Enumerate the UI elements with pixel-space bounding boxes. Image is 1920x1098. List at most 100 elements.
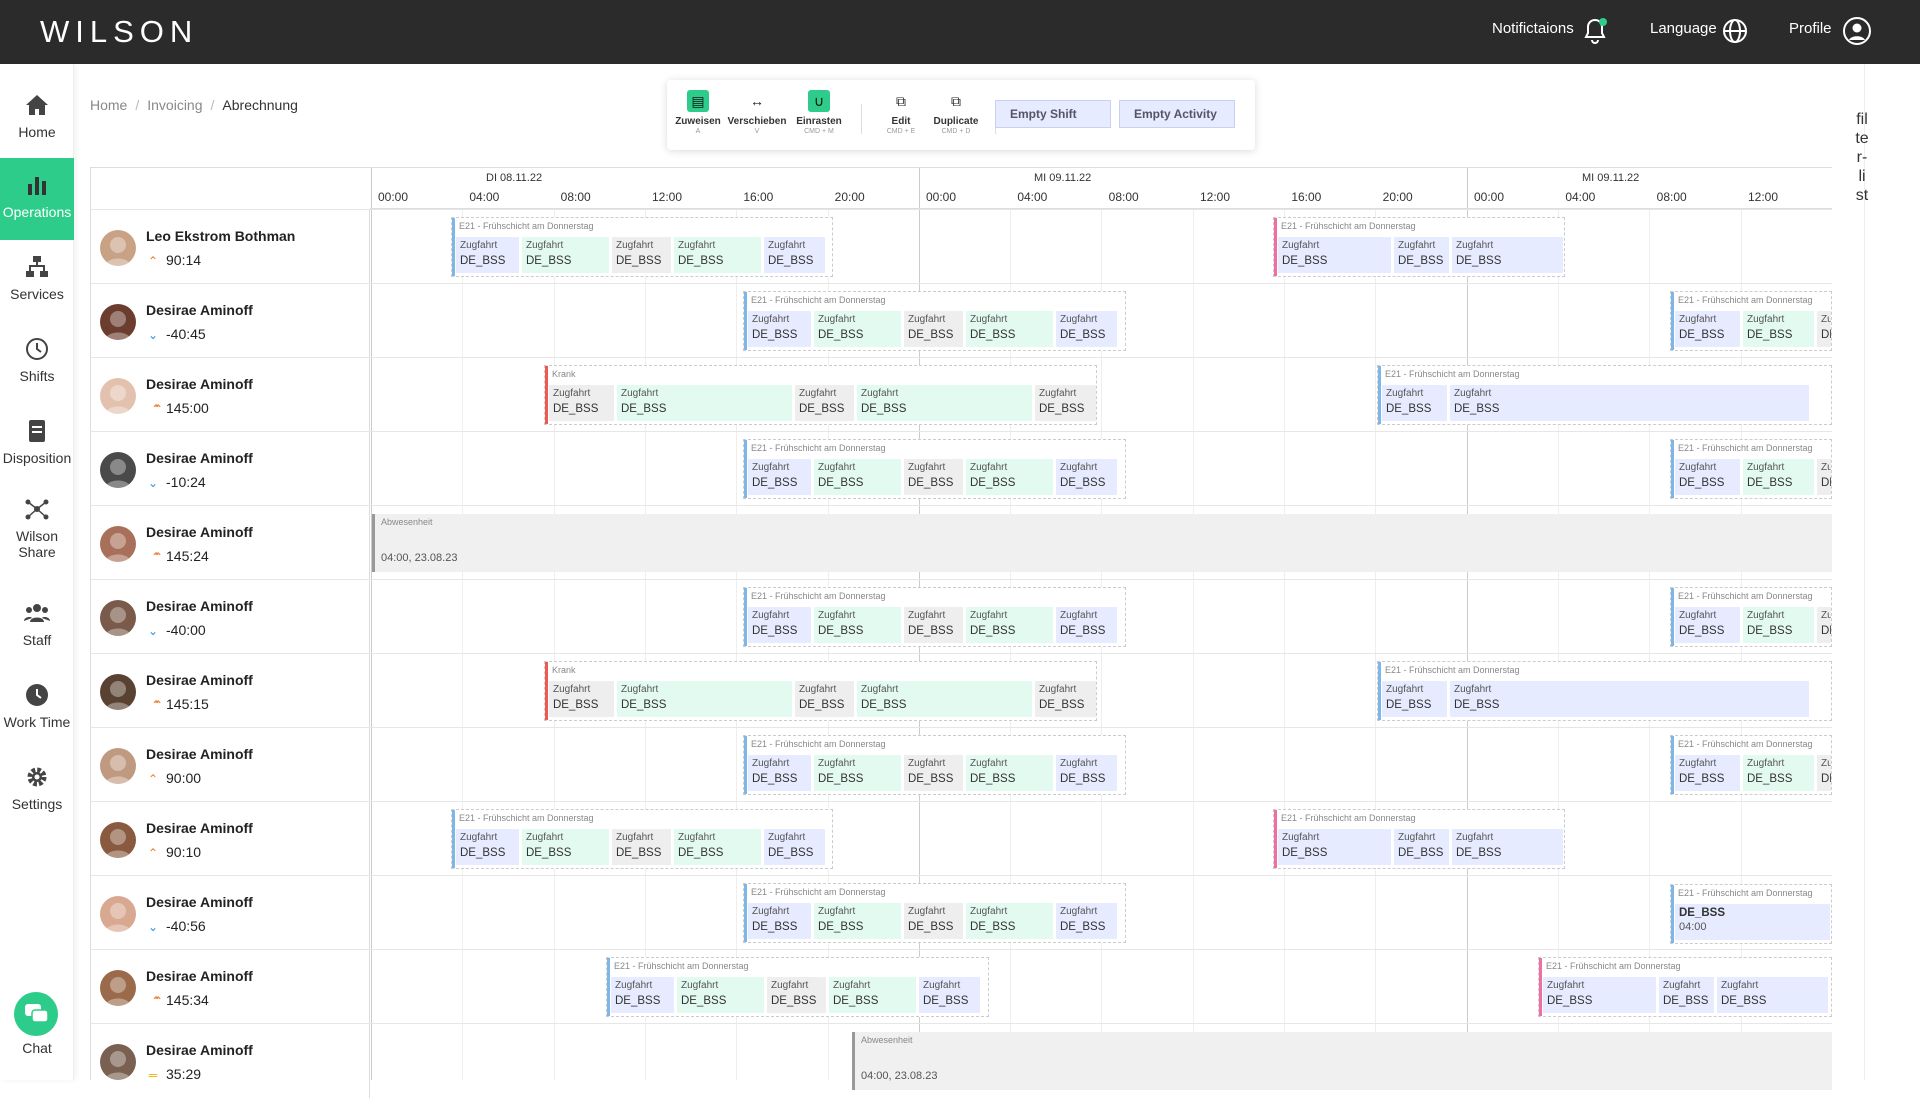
shift-block[interactable]: E21 - Frühschicht am Donnerstag Zugfahrt D… <box>1273 217 1565 277</box>
shift-segment[interactable]: Zugfahrt DE_BSS <box>674 829 762 865</box>
shift-segment[interactable]: Zugfahrt DE_BSS <box>1817 607 1831 643</box>
shift-segment[interactable]: Zugfahrt DE_BSS <box>1056 459 1118 495</box>
empty-activity-button[interactable]: Empty Activity <box>1119 100 1235 128</box>
employee-row[interactable]: Desirae Aminoff ⌄ -40:00 E21 - Frühschicht … <box>90 579 1832 654</box>
shift-segment[interactable]: Zugfahrt DE_BSS <box>795 385 855 421</box>
shift-segment[interactable]: Zugfahrt DE_BSS <box>1675 311 1741 347</box>
nav-operations[interactable]: Operations <box>0 158 74 240</box>
shift-segment[interactable]: Zugfahrt DE_BSS <box>612 237 672 273</box>
chat-button[interactable] <box>14 992 58 1036</box>
avatar[interactable] <box>100 970 136 1006</box>
shift-segment[interactable]: Zugfahrt DE_BSS <box>904 311 964 347</box>
profile-label[interactable]: Profile <box>1789 20 1832 37</box>
avatar[interactable] <box>100 452 136 488</box>
employee-name[interactable]: Desirae Aminoff <box>146 450 253 466</box>
language-label[interactable]: Language <box>1650 20 1717 37</box>
shift-block[interactable]: E21 - Frühschicht am Donnerstag Zugfahrt D… <box>743 735 1126 795</box>
shift-segment[interactable]: Zugfahrt DE_BSS <box>764 237 826 273</box>
avatar[interactable] <box>100 748 136 784</box>
employee-row[interactable]: Desirae Aminoff ⌄ -40:56 E21 - Frühschicht … <box>90 875 1832 950</box>
avatar[interactable] <box>100 674 136 710</box>
avatar[interactable] <box>100 896 136 932</box>
shift-segment[interactable]: Zugfahrt DE_BSS <box>748 607 812 643</box>
shift-segment[interactable]: Zugfahrt DE_BSS <box>522 829 610 865</box>
employee-row[interactable]: Desirae Aminoff ⌃⌃ 145:00 Krank Zugfahrt DE_B… <box>90 357 1832 432</box>
shift-segment[interactable]: Zugfahrt DE_BSS <box>904 903 964 939</box>
shift-segment[interactable]: Zugfahrt DE_BSS <box>1056 607 1118 643</box>
avatar[interactable] <box>100 304 136 340</box>
shift-block[interactable]: E21 - Frühschicht am Donnerstag Zugfahrt D… <box>1670 587 1832 647</box>
shift-segment[interactable]: Zugfahrt DE_BSS <box>677 977 765 1013</box>
employee-name[interactable]: Leo Ekstrom Bothman <box>146 228 295 244</box>
shift-segment[interactable]: Zugfahrt DE_BSS <box>1278 237 1392 273</box>
shift-block[interactable]: E21 - Frühschicht am Donnerstag Zugfahrt D… <box>1273 809 1565 869</box>
shift-segment[interactable]: Zugfahrt DE_BSS <box>1743 607 1815 643</box>
nav-staff[interactable]: Staff <box>0 586 74 668</box>
employee-row[interactable]: Desirae Aminoff ⌄ -40:45 E21 - Frühschicht … <box>90 283 1832 358</box>
shift-block[interactable]: E21 - Frühschicht am Donnerstag Zugfahrt D… <box>1670 735 1832 795</box>
shift-segment[interactable]: Zugfahrt DE_BSS <box>1278 829 1392 865</box>
einrasten-button[interactable]: ∪ Einrasten CMD + M <box>784 90 854 135</box>
shift-block[interactable]: E21 - Frühschicht am Donnerstag Zugfahrt D… <box>1670 291 1832 351</box>
shift-segment[interactable]: Zugfahrt DE_BSS <box>1382 385 1448 421</box>
employee-name[interactable]: Desirae Aminoff <box>146 302 253 318</box>
shift-segment[interactable]: Zugfahrt DE_BSS <box>617 681 793 717</box>
shift-segment[interactable]: Zugfahrt DE_BSS <box>857 681 1033 717</box>
employee-row[interactable]: Desirae Aminoff ═ 35:29 Abwesenheit 04:00, 2… <box>90 1023 1832 1098</box>
shift-segment[interactable]: Zugfahrt DE_BSS <box>1056 311 1118 347</box>
employee-name[interactable]: Desirae Aminoff <box>146 598 253 614</box>
shift-block[interactable]: Krank Zugfahrt DE_BSS Zugfahrt DE_BSS Zugfahr… <box>544 365 1097 425</box>
shift-segment[interactable]: Zugfahrt DE_BSS <box>795 681 855 717</box>
breadcrumb-home[interactable]: Home <box>90 97 127 113</box>
nav-settings[interactable]: Settings <box>0 750 74 832</box>
shift-segment[interactable]: Zugfahrt DE_BSS <box>966 459 1054 495</box>
shift-segment[interactable]: Zugfahrt DE_BSS <box>1717 977 1829 1013</box>
employee-name[interactable]: Desirae Aminoff <box>146 746 253 762</box>
shift-segment[interactable]: Zugfahrt DE_BSS <box>1817 459 1831 495</box>
shift-segment[interactable]: Zugfahrt DE_BSS <box>1450 681 1810 717</box>
shift-segment[interactable]: Zugfahrt DE_BSS <box>1382 681 1448 717</box>
employee-row[interactable]: Desirae Aminoff ⌃⌃ 145:15 Krank Zugfahrt DE_B… <box>90 653 1832 728</box>
employee-row[interactable]: Desirae Aminoff ⌃⌃ 145:24 Abwesenheit 04:00,… <box>90 505 1832 580</box>
shift-segment[interactable]: Zugfahrt DE_BSS <box>814 607 902 643</box>
employee-row[interactable]: Desirae Aminoff ⌄ -10:24 E21 - Frühschicht … <box>90 431 1832 506</box>
shift-segment[interactable]: Zugfahrt DE_BSS <box>767 977 827 1013</box>
shift-segment[interactable]: Zugfahrt DE_BSS <box>748 903 812 939</box>
shift-segment[interactable]: Zugfahrt DE_BSS <box>814 755 902 791</box>
shift-block[interactable]: E21 - Frühschicht am Donnerstag DE_BSS 04:… <box>1670 884 1832 944</box>
shift-segment[interactable]: Zugfahrt DE_BSS <box>904 755 964 791</box>
shift-segment[interactable]: Zugfahrt DE_BSS <box>966 607 1054 643</box>
shift-segment[interactable]: Zugfahrt DE_BSS <box>1675 607 1741 643</box>
shift-segment[interactable]: DE_BSS 04:00 <box>1675 904 1831 940</box>
shift-segment[interactable]: Zugfahrt DE_BSS <box>904 459 964 495</box>
shift-block[interactable]: E21 - Frühschicht am Donnerstag Zugfahrt D… <box>451 809 833 869</box>
user-circle-icon[interactable] <box>1842 16 1872 46</box>
filter-list-label[interactable]: fil te r- li st <box>1853 110 1871 205</box>
shift-segment[interactable]: Zugfahrt DE_BSS <box>919 977 981 1013</box>
shift-segment[interactable]: Zugfahrt DE_BSS <box>617 385 793 421</box>
shift-segment[interactable]: Zugfahrt DE_BSS <box>1659 977 1715 1013</box>
shift-segment[interactable]: Zugfahrt DE_BSS <box>814 459 902 495</box>
absence-block[interactable]: Abwesenheit 04:00, 23.08.23 <box>372 514 1832 572</box>
shift-block[interactable]: E21 - Frühschicht am Donnerstag Zugfahrt D… <box>743 883 1126 943</box>
bell-icon[interactable] <box>1580 16 1610 46</box>
shift-block[interactable]: E21 - Frühschicht am Donnerstag Zugfahrt D… <box>743 439 1126 499</box>
avatar[interactable] <box>100 1044 136 1080</box>
shift-segment[interactable]: Zugfahrt DE_BSS <box>904 607 964 643</box>
employee-name[interactable]: Desirae Aminoff <box>146 968 253 984</box>
shift-block[interactable]: E21 - Frühschicht am Donnerstag Zugfahrt D… <box>1377 365 1832 425</box>
notifications-label[interactable]: Notifictaions <box>1492 20 1574 37</box>
avatar[interactable] <box>100 378 136 414</box>
employee-name[interactable]: Desirae Aminoff <box>146 376 253 392</box>
employee-name[interactable]: Desirae Aminoff <box>146 894 253 910</box>
shift-block[interactable]: E21 - Frühschicht am Donnerstag Zugfahrt D… <box>1377 661 1832 721</box>
shift-segment[interactable]: Zugfahrt DE_BSS <box>857 385 1033 421</box>
avatar[interactable] <box>100 600 136 636</box>
shift-segment[interactable]: Zugfahrt DE_BSS <box>1452 829 1564 865</box>
breadcrumb-invoicing[interactable]: Invoicing <box>147 97 202 113</box>
shift-segment[interactable]: Zugfahrt DE_BSS <box>1817 755 1831 791</box>
shift-segment[interactable]: Zugfahrt DE_BSS <box>1743 311 1815 347</box>
nav-home[interactable]: Home <box>0 78 74 160</box>
shift-segment[interactable]: Zugfahrt DE_BSS <box>764 829 826 865</box>
employee-row[interactable]: Desirae Aminoff ⌃ 90:10 E21 - Frühschicht a… <box>90 801 1832 876</box>
